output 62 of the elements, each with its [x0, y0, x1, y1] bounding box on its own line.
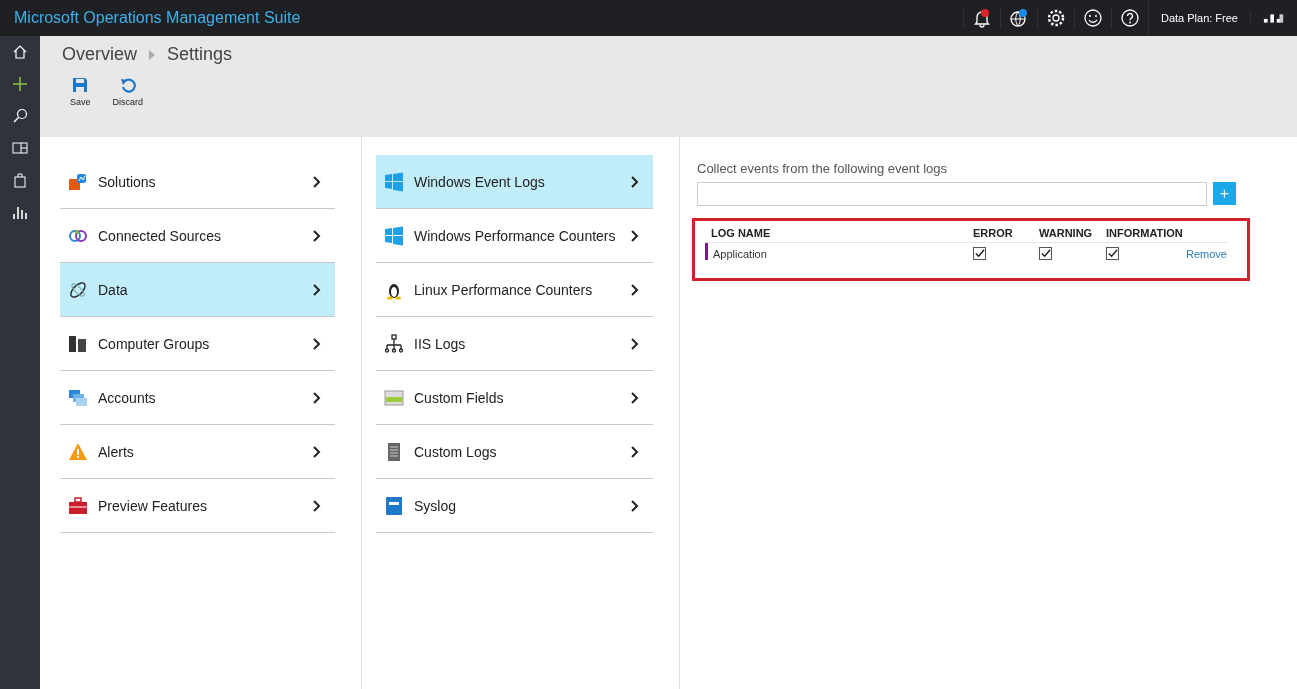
- save-icon: [72, 77, 89, 93]
- menu-item[interactable]: Preview Features: [60, 479, 335, 533]
- event-log-input[interactable]: [697, 182, 1207, 206]
- column-header: WARNING: [1033, 227, 1100, 243]
- bar-chart-icon[interactable]: [12, 204, 28, 220]
- solutions-icon: [68, 171, 88, 192]
- menu-item[interactable]: Custom Logs: [376, 425, 653, 479]
- menu-item[interactable]: Linux Performance Counters: [376, 263, 653, 317]
- checkbox[interactable]: [1106, 247, 1119, 260]
- checkbox[interactable]: [973, 247, 986, 260]
- menu-item[interactable]: Solutions: [60, 155, 335, 209]
- menu-item[interactable]: Data: [60, 263, 335, 317]
- plus-icon[interactable]: [12, 76, 28, 92]
- chevron-icon: [313, 337, 321, 350]
- chevron-icon: [631, 283, 639, 296]
- alert-icon: [68, 441, 88, 462]
- chevron-icon: [313, 283, 321, 296]
- chevron-icon: [313, 445, 321, 458]
- chevron-icon: [631, 175, 639, 188]
- windows-icon: [384, 225, 404, 246]
- breadcrumb-current: Settings: [167, 44, 233, 65]
- home-icon[interactable]: [12, 44, 28, 60]
- menu-item[interactable]: IIS Logs: [376, 317, 653, 371]
- menu-item[interactable]: Computer Groups: [60, 317, 335, 371]
- column-header: ERROR: [967, 227, 1033, 243]
- chevron-icon: [631, 337, 639, 350]
- menu-item[interactable]: Accounts: [60, 371, 335, 425]
- bag-icon[interactable]: [12, 172, 28, 188]
- computer-groups-icon: [68, 333, 88, 354]
- log-name-cell: Application: [705, 243, 967, 260]
- custom-fields-icon: [384, 387, 404, 408]
- undo-icon: [119, 77, 136, 93]
- toolbox-icon: [68, 495, 88, 516]
- chevron-icon: [631, 391, 639, 404]
- menu-item[interactable]: Alerts: [60, 425, 335, 479]
- chevron-icon: [631, 229, 639, 242]
- chevron-icon: [313, 229, 321, 242]
- save-button[interactable]: Save: [66, 77, 95, 107]
- column-header: LOG NAME: [705, 227, 967, 243]
- checkbox[interactable]: [1039, 247, 1052, 260]
- windows-icon: [384, 171, 404, 192]
- menu-item[interactable]: Windows Performance Counters: [376, 209, 653, 263]
- data-icon: [68, 279, 88, 300]
- breadcrumb-link[interactable]: Overview: [62, 44, 137, 65]
- book-icon: [384, 495, 404, 516]
- chevron-icon: [313, 499, 321, 512]
- chevron-icon: [313, 391, 321, 404]
- panels-icon[interactable]: [12, 140, 28, 156]
- search-icon[interactable]: [12, 108, 28, 124]
- app-title: Microsoft Operations Management Suite: [14, 9, 301, 27]
- network-icon: [384, 333, 404, 354]
- remove-link[interactable]: Remove: [1186, 247, 1227, 260]
- menu-item[interactable]: Custom Fields: [376, 371, 653, 425]
- breadcrumb-separator-icon: [149, 49, 155, 60]
- menu-item[interactable]: Syslog: [376, 479, 653, 533]
- section-heading: Collect events from the following event logs: [697, 161, 948, 176]
- chevron-icon: [313, 175, 321, 188]
- menu-item[interactable]: Windows Event Logs: [376, 155, 653, 209]
- discard-button[interactable]: Discard: [108, 77, 148, 107]
- chevron-icon: [631, 499, 639, 512]
- chevron-icon: [631, 445, 639, 458]
- accounts-icon: [68, 387, 88, 408]
